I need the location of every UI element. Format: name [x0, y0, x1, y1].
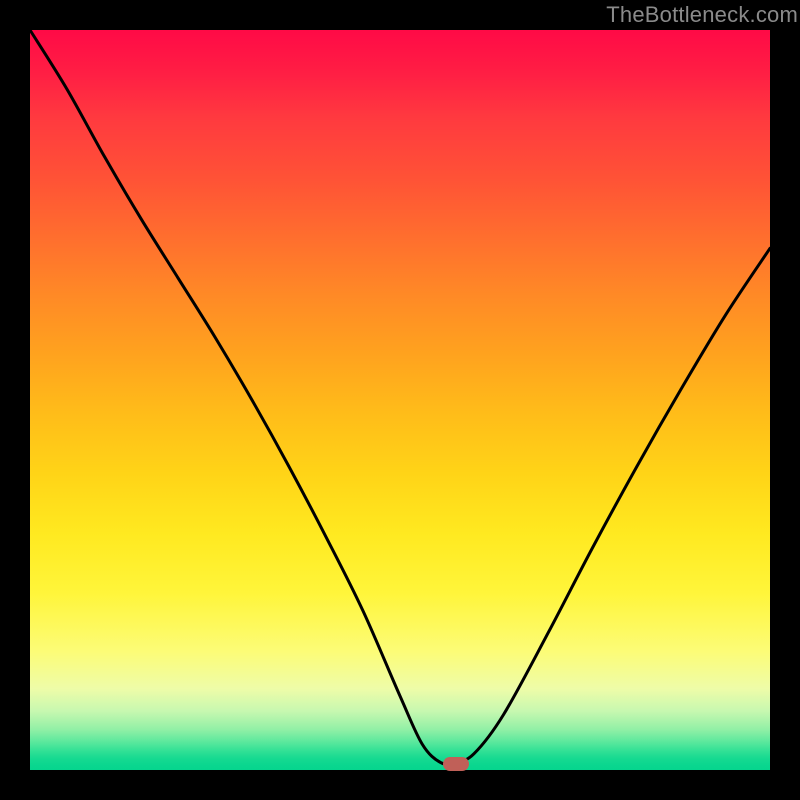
curve-path: [30, 30, 770, 764]
minimum-marker: [443, 757, 469, 771]
chart-frame: TheBottleneck.com: [0, 0, 800, 800]
bottleneck-curve: [0, 0, 800, 800]
